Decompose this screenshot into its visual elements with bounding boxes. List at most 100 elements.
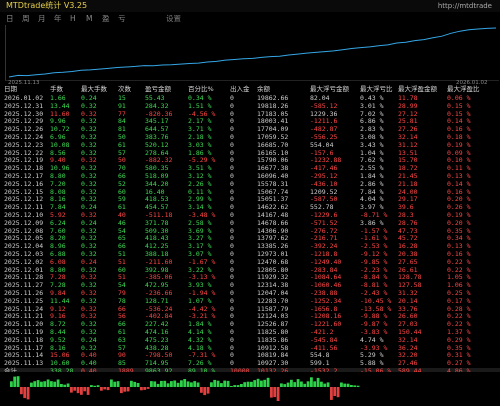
- indicator-bar: [296, 379, 300, 387]
- indicator-bar: [310, 377, 313, 387]
- table-row[interactable]: 2025.12.10 5.92 0.32 40 -511.18 -3.48 % 0 14167…: [0, 211, 500, 220]
- table-row[interactable]: 2025.12.11 7.84 0.24 61 454.57 3.14 % 0 14622.6…: [0, 203, 500, 212]
- indicator-bar: [163, 380, 167, 387]
- table-row[interactable]: 2025.12.30 11.60 0.32 77 -820.36 -4.56 % 0 1718…: [0, 110, 500, 119]
- table-row[interactable]: 2025.12.24 6.96 0.32 50 383.76 2.18 % 0 17059.5…: [0, 133, 500, 142]
- table-row[interactable]: 2025.12.15 8.08 0.32 60 16.40 0.11 % 0 15067.74…: [0, 188, 500, 197]
- indicator-bar: [126, 387, 130, 392]
- toolbar-year-button[interactable]: 年: [54, 12, 62, 25]
- table-row[interactable]: 2025.12.08 7.60 0.32 54 509.30 3.69 % 0 14306.9…: [0, 227, 500, 236]
- indicator-bar: [213, 379, 217, 387]
- table-row[interactable]: 2025.12.03 6.88 0.32 51 388.18 3.07 % 0 12973.0…: [0, 250, 500, 259]
- indicator-bar: [200, 387, 203, 393]
- table-row[interactable]: 2025.12.05 8.20 0.32 65 418.43 3.27 % 0 13797.6…: [0, 235, 500, 243]
- table-row[interactable]: 2025.11.25 11.44 0.32 78 128.71 1.07 % 0 12283.…: [0, 297, 500, 306]
- table-row[interactable]: 2025.11.17 8.16 0.32 57 438.28 4.18 % 0 10912.5…: [0, 344, 500, 353]
- indicator-bar: [136, 383, 140, 387]
- table-row[interactable]: 2025.12.16 7.20 0.32 52 344.20 2.26 % 0 15578.3…: [0, 180, 500, 189]
- indicator-bar: [80, 387, 83, 395]
- table-row[interactable]: 2025.11.14 15.06 0.40 90 -798.50 -7.31 % 0 1081…: [0, 352, 500, 360]
- table-row[interactable]: 2025.11.21 9.16 0.32 56 -402.84 -3.21 % 0 12124…: [0, 313, 500, 321]
- table-row[interactable]: 2025.12.29 9.96 0.32 84 345.17 2.17 % 0 18003.4…: [0, 118, 500, 126]
- indicator-bar: [273, 387, 277, 398]
- table-row[interactable]: 2025.12.22 8.56 0.32 57 278.64 1.86 % 0 16165.1…: [0, 149, 500, 158]
- settings-button[interactable]: 设置: [166, 12, 181, 25]
- equity-chart-svg: [8, 27, 497, 78]
- table-row[interactable]: 2025.12.31 13.44 0.32 91 284.32 1.51 % 0 19818.…: [0, 102, 500, 111]
- indicator-bar: [73, 387, 77, 391]
- toolbar: 日 周 月 年 H M 盈 亏 设置: [0, 12, 500, 25]
- indicator-bar: [130, 380, 133, 387]
- indicator-bar: [230, 386, 233, 387]
- table-row[interactable]: 2025.11.26 9.84 0.32 79 -236.66 -1.94 % 0 12047…: [0, 289, 500, 298]
- table-row[interactable]: 2025.12.04 8.96 0.32 66 412.25 3.17 % 0 13385.2…: [0, 242, 500, 251]
- toolbar-hour-button[interactable]: H: [70, 12, 76, 25]
- indicator-bar: [166, 383, 170, 387]
- indicator-bar: [343, 383, 347, 387]
- indicator-bar: [140, 387, 143, 391]
- toolbar-loss-button[interactable]: 亏: [118, 12, 126, 25]
- indicator-bar: [320, 381, 323, 387]
- table-header: 日期 手数 最大手数 次数 盈亏金额 百分比% 出入金 余额 最大浮亏金额 最大浮亏比 最大浮盈金额…: [0, 84, 500, 95]
- indicator-bar: [293, 382, 297, 387]
- indicator-bar: [170, 381, 173, 387]
- table-row[interactable]: 2025.12.23 10.08 0.32 61 520.12 3.03 % 0 16685.…: [0, 141, 500, 150]
- toolbar-minute-button[interactable]: M: [86, 12, 92, 25]
- table-row[interactable]: 2025.12.01 8.80 0.32 60 392.98 3.22 % 0 12805.8…: [0, 266, 500, 275]
- table-row[interactable]: 2025.11.24 9.12 0.32 66 -536.24 -4.42 % 0 11587…: [0, 305, 500, 314]
- indicator-bar: [186, 381, 190, 387]
- indicator-bar: [173, 380, 177, 387]
- indicator-bar: [23, 387, 27, 399]
- indicator-bar: [253, 380, 257, 387]
- indicator-bar: [306, 381, 310, 387]
- indicator-bar: [270, 387, 273, 398]
- table-row[interactable]: 2025.11.13 10.60 0.40 85 714.95 7.26 % 0 10927.…: [0, 359, 500, 368]
- toolbar-profit-button[interactable]: 盈: [102, 12, 110, 25]
- indicator-bar: [60, 384, 63, 387]
- table-row[interactable]: 2025.12.26 10.72 0.32 81 644.57 3.71 % 0 17704.…: [0, 125, 500, 134]
- table-row[interactable]: 2026.01.02 1.66 0.24 15 55.43 0.34 % 0 19862.66…: [0, 94, 500, 103]
- table-row[interactable]: 2025.11.20 8.72 0.32 66 227.42 1.84 % 0 12526.8…: [0, 320, 500, 329]
- table-row[interactable]: 2025.12.19 9.40 0.32 50 -882.32 -5.29 % 0 15790…: [0, 157, 500, 165]
- table-row[interactable]: 2025.11.27 7.28 0.32 54 472.95 3.93 % 0 12314.3…: [0, 281, 500, 290]
- indicator-bar: [103, 387, 107, 390]
- indicator-bar: [353, 385, 357, 387]
- app-url[interactable]: http://mtdtrade: [438, 0, 492, 12]
- indicator-bar: [106, 387, 110, 391]
- table-row[interactable]: 2025.12.02 6.08 0.24 51 -211.60 -1.67 % 0 12470…: [0, 258, 500, 267]
- indicator-bar: [206, 387, 210, 394]
- indicator-bar: [216, 380, 220, 387]
- indicator-bar: [323, 383, 327, 387]
- indicator-bar: [96, 385, 100, 387]
- indicator-bar: [56, 379, 60, 387]
- table-row[interactable]: 2025.11.19 8.44 0.32 61 474.16 4.14 % 0 11825.8…: [0, 328, 500, 337]
- indicator-bar: [346, 383, 350, 387]
- toolbar-month-button[interactable]: 月: [38, 12, 46, 25]
- indicator-bar: [113, 381, 117, 387]
- indicator-bar: [286, 382, 290, 387]
- indicator-bar: [20, 387, 23, 395]
- table-row[interactable]: 2025.12.17 8.80 0.32 66 518.09 3.12 % 0 16096.4…: [0, 172, 500, 181]
- indicator-bar: [93, 385, 97, 387]
- table-row[interactable]: 2025.11.28 7.28 0.32 51 -385.06 -3.13 % 0 11929…: [0, 274, 500, 282]
- indicator-bar: [243, 382, 247, 387]
- bottom-indicator-svg: [10, 376, 360, 401]
- table-row[interactable]: 2025.11.18 9.52 0.24 63 475.23 4.32 % 0 11835.8…: [0, 336, 500, 345]
- toolbar-week-button[interactable]: 周: [22, 12, 30, 25]
- indicator-bar: [120, 387, 123, 394]
- table-row[interactable]: 2025.12.12 8.16 0.32 59 418.53 2.99 % 0 15051.3…: [0, 196, 500, 204]
- indicator-bar: [150, 381, 153, 387]
- indicator-bar: [330, 387, 333, 400]
- toolbar-day-button[interactable]: 日: [6, 12, 14, 25]
- table-row[interactable]: 2025.12.09 6.24 0.24 46 371.78 2.58 % 0 14678.6…: [0, 219, 500, 228]
- app-title: MTDtrade统计 V3.25: [6, 1, 88, 10]
- table-row[interactable]: 2025.12.18 10.96 0.32 70 580.35 3.51 % 0 16677.…: [0, 164, 500, 173]
- indicator-bar: [153, 381, 157, 387]
- indicator-bar: [180, 380, 183, 387]
- indicator-bar: [246, 381, 250, 387]
- indicator-bar: [53, 381, 57, 387]
- indicator-bar: [156, 383, 160, 387]
- bottom-indicator: [0, 372, 500, 402]
- indicator-bar: [43, 381, 47, 387]
- indicator-bar: [176, 382, 180, 387]
